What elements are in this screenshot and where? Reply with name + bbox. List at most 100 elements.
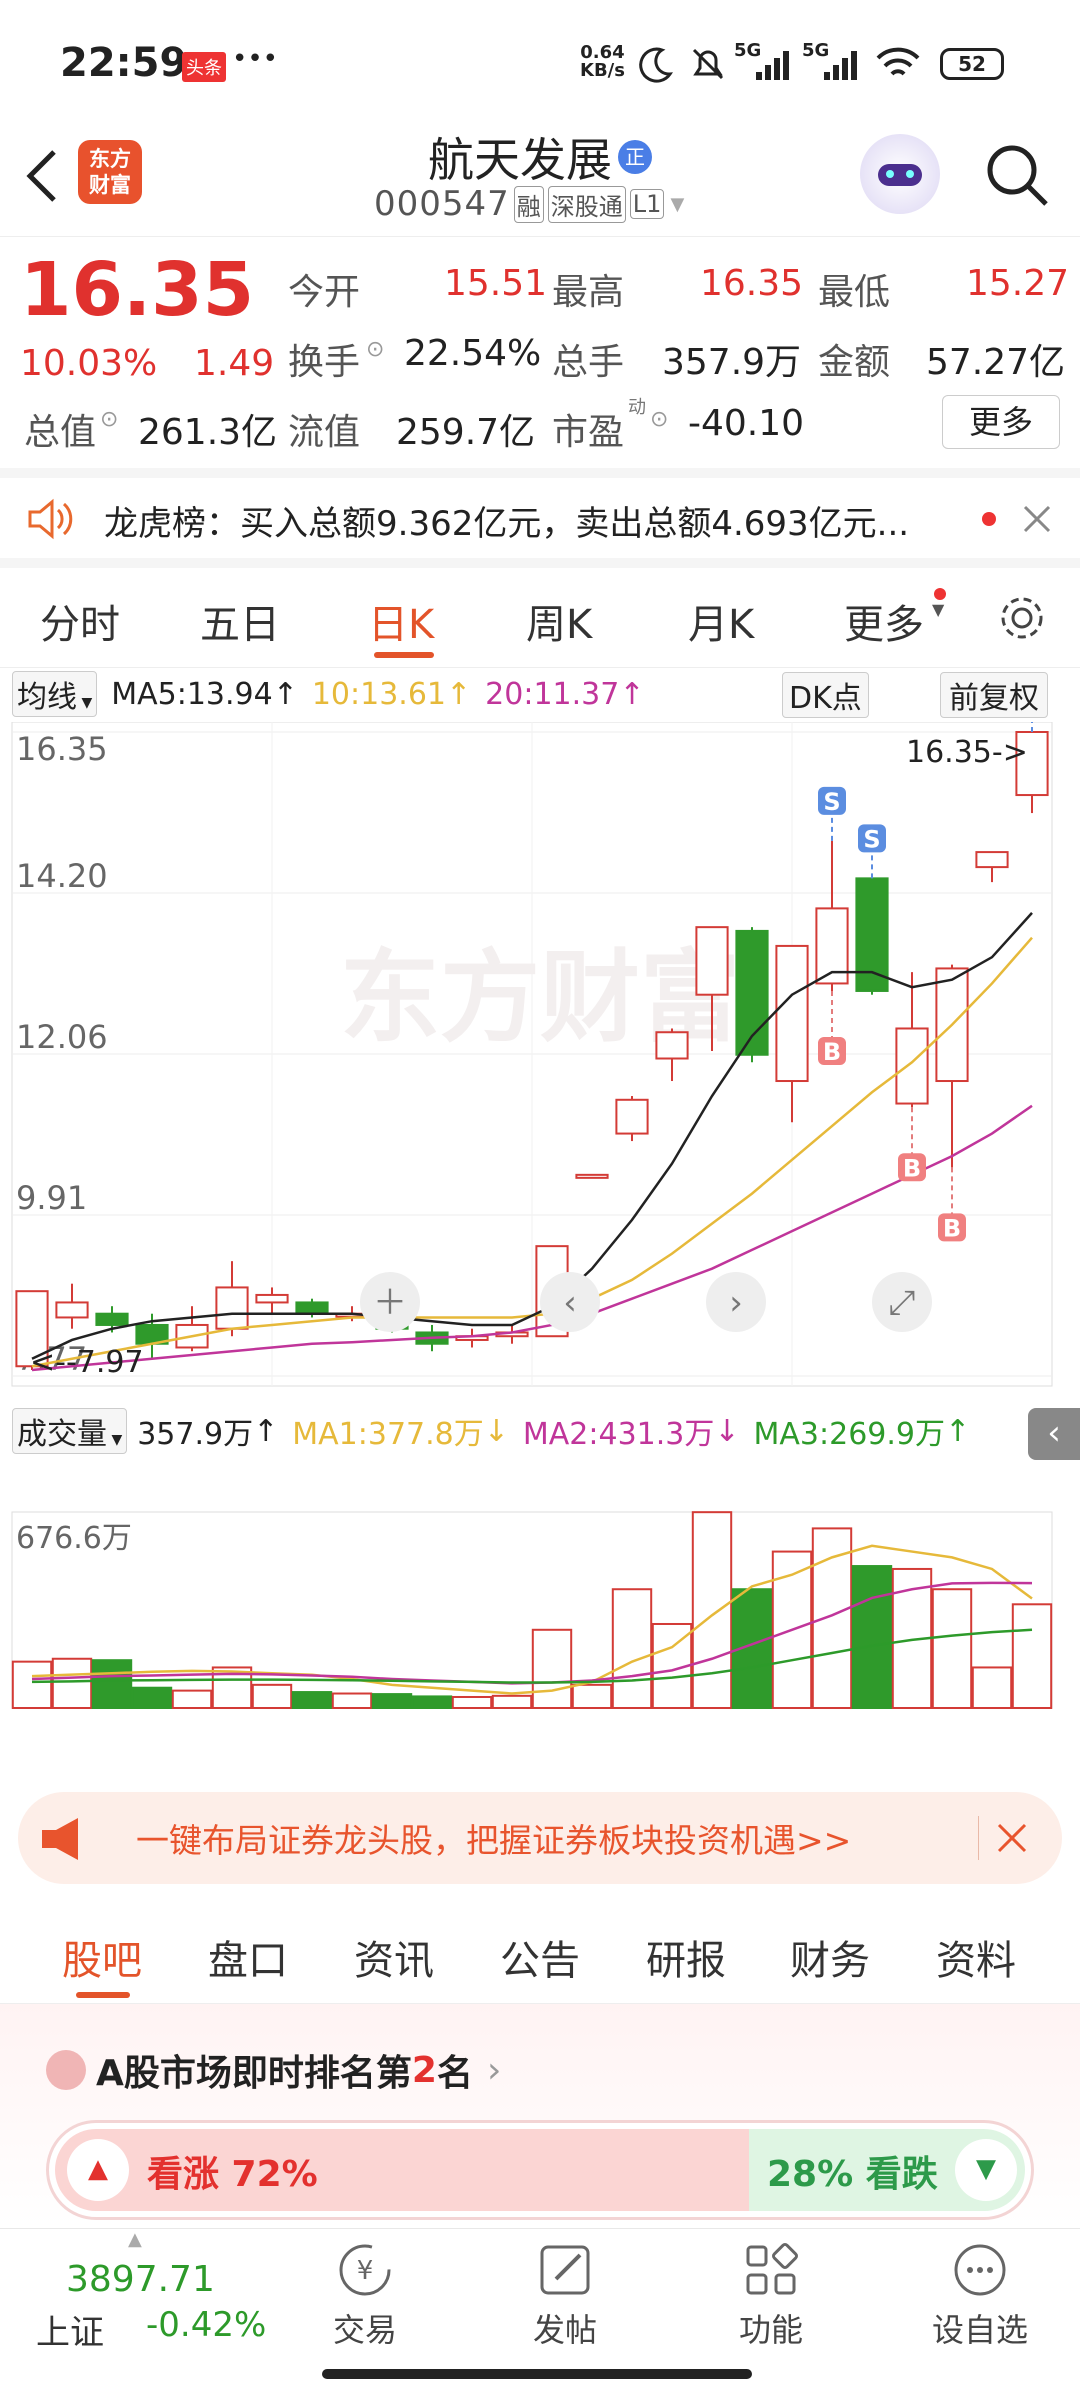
tab-intraday[interactable]: 分时: [40, 592, 120, 650]
banner-close-icon[interactable]: [996, 1822, 1028, 1854]
mute-bell-icon: [692, 48, 724, 80]
tab-announcements[interactable]: 公告: [500, 1928, 580, 1986]
volume-legend: 成交量 ▼ 357.9万 ↑ MA1:377.8万 ↓ MA2:431.3万 ↓ MA…: [12, 1406, 970, 1456]
volume-bar: [331, 1692, 373, 1709]
index-value[interactable]: 3897.71: [66, 2259, 215, 2300]
ma20-label: 20:11.37: [485, 676, 620, 712]
tab-financials[interactable]: 财务: [790, 1928, 870, 1986]
pe-info-icon[interactable]: ⊙: [650, 407, 668, 432]
tab-monthly-k[interactable]: 月K: [688, 592, 754, 650]
edit-post-icon: [540, 2245, 590, 2295]
price-adjust-button[interactable]: 前复权: [940, 672, 1048, 718]
nav-add-watchlist-label: 设自选: [931, 2311, 1028, 2349]
tab-five-day[interactable]: 五日: [200, 592, 280, 650]
candle-body: [695, 926, 729, 996]
dk-point-button[interactable]: DK点: [782, 672, 869, 718]
candle-body: [615, 1098, 649, 1135]
tab-more[interactable]: 更多: [844, 592, 924, 650]
ma-legend: 均线 ▼ MA5:13.94 ↑ 10:13.61 ↑ 20:11.37 ↑: [12, 670, 644, 718]
candle-body: [975, 851, 1009, 869]
battery-icon: 52: [940, 48, 1004, 80]
pe-label: 市盈: [552, 412, 625, 453]
candle-body: [255, 1293, 289, 1304]
bull-arrow-icon[interactable]: ▲: [67, 2139, 129, 2201]
bear-label: 28% 看跌: [767, 2154, 938, 2195]
more-button[interactable]: 更多: [942, 395, 1060, 449]
stock-code: 000547: [374, 184, 510, 224]
signal-label: S: [863, 825, 880, 853]
volume-selector[interactable]: 成交量 ▼: [12, 1408, 128, 1454]
candle-body: [95, 1312, 129, 1326]
bottom-nav: ▲ 3897.71 上证 -0.42% ¥ 交易 发帖 功能 设自选: [0, 2228, 1080, 2400]
turnover-label: 换手: [288, 342, 361, 383]
y-tick-label: 16.35: [16, 730, 108, 768]
notice-bar[interactable]: 龙虎榜：买入总额9.362亿元，卖出总额4.693亿元...: [0, 468, 1080, 568]
collapse-panel-icon[interactable]: ‹: [1028, 1408, 1080, 1460]
status-bar: 22:59 头条 ••• 0.64 KB/s 5G 5G 52: [0, 0, 1080, 120]
bear-arrow-icon[interactable]: ▼: [955, 2139, 1017, 2201]
dropdown-icon[interactable]: ▼: [670, 194, 684, 215]
tab-research[interactable]: 研报: [646, 1928, 726, 1986]
signal-1-icon: [756, 51, 789, 80]
tab-weekly-k[interactable]: 周K: [526, 592, 592, 650]
kline-chart-area[interactable]: 均线 ▼ MA5:13.94 ↑ 10:13.61 ↑ 20:11.37 ↑ DK点 …: [0, 668, 1080, 1788]
volume-max-label: 676.6万: [16, 1521, 132, 1556]
nav-post[interactable]: 发帖: [510, 2239, 620, 2351]
ma-selector[interactable]: 均线 ▼: [12, 671, 98, 717]
promo-banner[interactable]: 一键布局证券龙头股，把握证券板块投资机遇>>: [18, 1792, 1062, 1884]
nav-add-watchlist[interactable]: 设自选: [920, 2239, 1040, 2351]
vol-ma3-arrow: ↑: [944, 1413, 971, 1449]
volume-bar: [931, 1588, 973, 1709]
open-label: 今开: [288, 272, 361, 313]
volume-value-label: 357.9万: [137, 1417, 254, 1452]
volume-bar: [51, 1657, 93, 1710]
search-icon[interactable]: [982, 140, 1052, 210]
volume-selector-label: 成交量: [17, 1417, 107, 1452]
float-cap-value: 259.7亿: [396, 412, 536, 453]
grid-functions-icon: [746, 2243, 798, 2295]
settings-gear-icon[interactable]: [996, 592, 1048, 644]
rank-number: 2: [411, 2049, 437, 2091]
back-arrow-icon[interactable]: [22, 146, 62, 206]
rank-title[interactable]: A股市场即时排名第 2 名 ›: [46, 2044, 501, 2096]
net-speed: 0.64 KB/s: [580, 44, 625, 80]
tab-profile[interactable]: 资料: [936, 1928, 1016, 1986]
moon-icon: [639, 47, 673, 83]
ranking-section: A股市场即时排名第 2 名 › ▲ 看涨 72% 28% 看跌 ▼: [0, 2004, 1080, 2226]
vol-ma3-label: MA3:269.9万: [753, 1417, 945, 1452]
megaphone-icon: [42, 1818, 78, 1860]
home-indicator: [322, 2369, 752, 2379]
nav-trade[interactable]: ¥ 交易: [310, 2239, 420, 2351]
tab-news[interactable]: 资讯: [354, 1928, 434, 1986]
volume-value: 357.9万: [662, 342, 802, 383]
kline-svg[interactable]: 16.3514.2012.069.917.77676.6万东方财富16.35->…: [0, 722, 1080, 1722]
robot-assistant-icon[interactable]: [860, 134, 940, 214]
vol-ma1-arrow: ↓: [483, 1413, 509, 1449]
more-dropdown-icon: ▼: [932, 600, 945, 619]
market-cap-value: 261.3亿: [138, 412, 278, 453]
volume-bar: [1011, 1603, 1053, 1709]
banner-divider: [978, 1816, 979, 1860]
signal-label: B: [903, 1154, 921, 1182]
turnover-info-icon[interactable]: ⊙: [366, 337, 384, 362]
volume-bar: [811, 1527, 853, 1710]
app-logo: 东方 财富: [78, 140, 142, 204]
low-value: 15.27: [966, 263, 1070, 304]
chart-nav-glyph: ＋: [373, 1283, 407, 1323]
close-icon[interactable]: [1022, 504, 1052, 534]
signal-label: S: [823, 788, 840, 816]
more-dots: •••: [232, 44, 279, 74]
vol-ma1-label: MA1:377.8万: [292, 1417, 484, 1452]
active-tab-indicator: [374, 652, 434, 658]
signal-label: B: [823, 1038, 841, 1066]
tab-daily-k[interactable]: 日K: [368, 592, 434, 650]
index-change: -0.42%: [146, 2305, 267, 2345]
market-cap-info-icon[interactable]: ⊙: [100, 407, 118, 432]
volume-bar: [131, 1686, 173, 1710]
nav-functions[interactable]: 功能: [716, 2239, 826, 2351]
tab-forum[interactable]: 股吧: [62, 1928, 142, 1986]
content-tabs: 股吧 盘口 资讯 公告 研报 财务 资料: [0, 1904, 1080, 2004]
kline-tabs: 分时 五日 日K 周K 月K 更多 ▼: [0, 568, 1080, 668]
change-pct: 10.03%: [20, 343, 158, 384]
tab-orderbook[interactable]: 盘口: [208, 1928, 288, 1986]
